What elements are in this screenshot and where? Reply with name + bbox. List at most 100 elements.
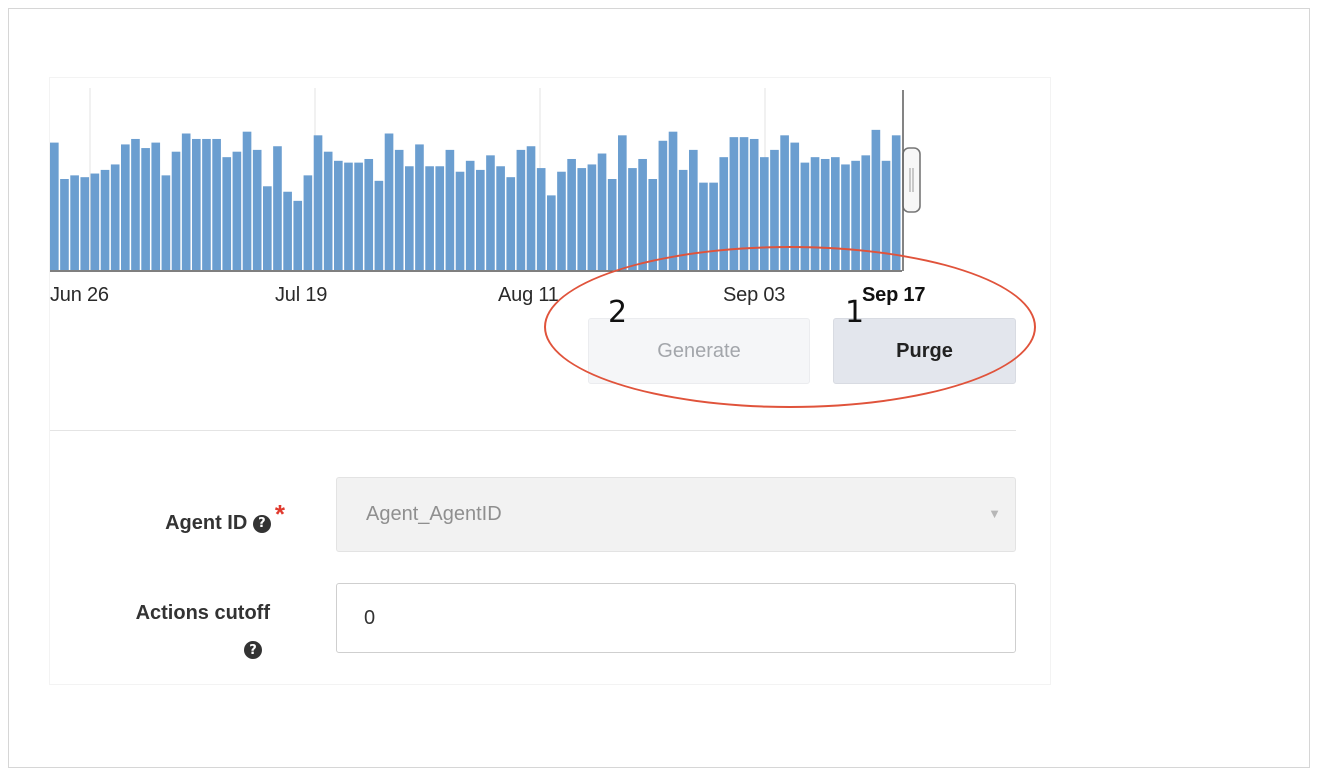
histogram-bar (699, 182, 708, 270)
histogram-bar (831, 157, 840, 270)
histogram-bar (100, 169, 110, 270)
histogram-bar (810, 157, 820, 270)
histogram-bar (70, 175, 79, 270)
actions-cutoff-label: Actions cutoff (135, 602, 270, 624)
activity-histogram (50, 88, 921, 272)
histogram-bar (171, 151, 181, 270)
histogram-bar (141, 148, 150, 270)
generate-step-marker: 2 (608, 295, 628, 330)
histogram-bar (90, 173, 100, 270)
histogram-bar (567, 158, 576, 270)
actions-cutoff-value: 0 (364, 606, 376, 629)
histogram-bar (476, 169, 485, 270)
histogram-bar (638, 158, 647, 270)
histogram-bar (607, 179, 617, 270)
histogram-bar (242, 131, 252, 270)
histogram-bar (303, 175, 313, 270)
histogram-bar (536, 168, 546, 270)
histogram-bar (891, 135, 901, 270)
histogram-bar (364, 158, 374, 270)
histogram-bar (232, 151, 242, 270)
histogram-bar (384, 133, 394, 270)
histogram-bar (252, 149, 262, 270)
histogram-bar (334, 160, 343, 270)
histogram-bar (820, 158, 830, 270)
histogram-bar (587, 164, 597, 270)
histogram-bar (425, 166, 434, 270)
histogram-bar (354, 162, 363, 270)
histogram-bar (181, 133, 191, 270)
histogram-bar (202, 138, 211, 270)
histogram-bar (415, 144, 424, 270)
histogram-bar (80, 177, 90, 270)
histogram-bar (323, 151, 333, 270)
histogram-bar (658, 140, 668, 270)
histogram-bar (60, 179, 69, 270)
histogram-bar (263, 186, 272, 270)
histogram-bar (222, 157, 232, 270)
histogram-bar (871, 129, 881, 270)
histogram-bar (435, 166, 445, 270)
histogram-bar (709, 182, 718, 270)
x-tick-label: Jun 26 (50, 284, 109, 306)
histogram-bar (547, 195, 556, 270)
range-scroll-handle[interactable] (902, 147, 921, 213)
histogram-bar (151, 142, 161, 270)
agent-id-label: Agent ID (165, 512, 248, 534)
histogram-bar (516, 149, 526, 270)
histogram-bar (790, 142, 800, 270)
histogram-bar (455, 171, 465, 270)
histogram-bar (293, 200, 303, 270)
histogram-bar (394, 149, 404, 270)
histogram-bar (851, 160, 860, 270)
histogram-bar (618, 135, 627, 270)
histogram-bar (313, 135, 323, 270)
histogram-bar (628, 168, 637, 270)
histogram-bar (374, 180, 384, 270)
histogram-bar (577, 168, 587, 270)
histogram-bar (465, 160, 475, 270)
histogram-bar (841, 164, 850, 270)
histogram-bar (526, 146, 536, 270)
histogram-bar (861, 155, 871, 270)
histogram-bar (496, 166, 505, 270)
required-indicator: * (274, 499, 285, 529)
x-tick-label: Aug 11 (498, 284, 559, 306)
actions-cutoff-input[interactable]: 0 (336, 583, 1016, 653)
histogram-bar (557, 171, 566, 270)
x-tick-label-selected: Sep 17 (862, 284, 926, 306)
histogram-bar (273, 146, 282, 270)
histogram-bar (780, 135, 789, 270)
histogram-bar (283, 191, 292, 270)
histogram-bar (800, 162, 810, 270)
histogram-bar (739, 137, 749, 270)
histogram-bar (760, 157, 769, 270)
histogram-bar (212, 138, 221, 270)
question-circle-icon[interactable]: ? (244, 641, 262, 659)
histogram-bar (719, 157, 729, 270)
x-tick-label: Jul 19 (275, 284, 328, 306)
section-divider (50, 430, 1016, 431)
histogram-bar (405, 166, 414, 270)
histogram-bar (131, 138, 140, 270)
caret-down-icon: ▼ (988, 506, 1001, 521)
histogram-bar (597, 153, 607, 270)
range-scroll-handle-body[interactable] (902, 147, 921, 213)
histogram-bar (121, 144, 130, 270)
histogram-bar (668, 131, 678, 270)
histogram-bar (50, 142, 59, 270)
question-circle-icon[interactable]: ? (252, 514, 271, 533)
agent-id-select[interactable]: Agent_AgentID ▼ (336, 477, 1016, 552)
purge-step-marker: 1 (845, 295, 865, 330)
x-tick-label: Sep 03 (723, 284, 786, 306)
histogram-bar (678, 169, 688, 270)
histogram-bar (110, 164, 120, 270)
histogram-bar (486, 155, 495, 270)
histogram-bar (344, 162, 353, 270)
agent-id-selected-value: Agent_AgentID (366, 503, 502, 525)
histogram-bar (729, 137, 739, 270)
histogram-bar (192, 138, 201, 270)
histogram-bar (161, 175, 171, 270)
agent-id-label-group: Agent ID ? * (110, 499, 285, 536)
histogram-bar (770, 149, 779, 270)
